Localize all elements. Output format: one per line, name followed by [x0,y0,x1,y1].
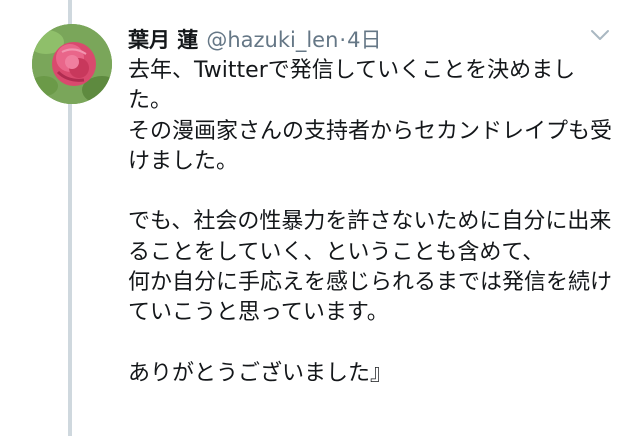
tweet-text: 去年、Twitterで発信していくことを決めました。 その漫画家さんの支持者から… [128,58,613,386]
display-name[interactable]: 葉月 蓮 [128,24,198,54]
tweet-timestamp[interactable]: 4日 [347,24,381,54]
tweet: 葉月 蓮 @hazuki_len · 4日 去年、Twitterで発信していくこ… [0,0,640,436]
user-handle[interactable]: @hazuki_len [206,28,338,52]
separator-dot: · [339,28,347,52]
rose-avatar-image [32,24,112,104]
tweet-header: 葉月 蓮 @hazuki_len · 4日 [128,24,381,52]
avatar[interactable] [32,24,112,104]
chevron-down-icon[interactable] [590,28,610,42]
